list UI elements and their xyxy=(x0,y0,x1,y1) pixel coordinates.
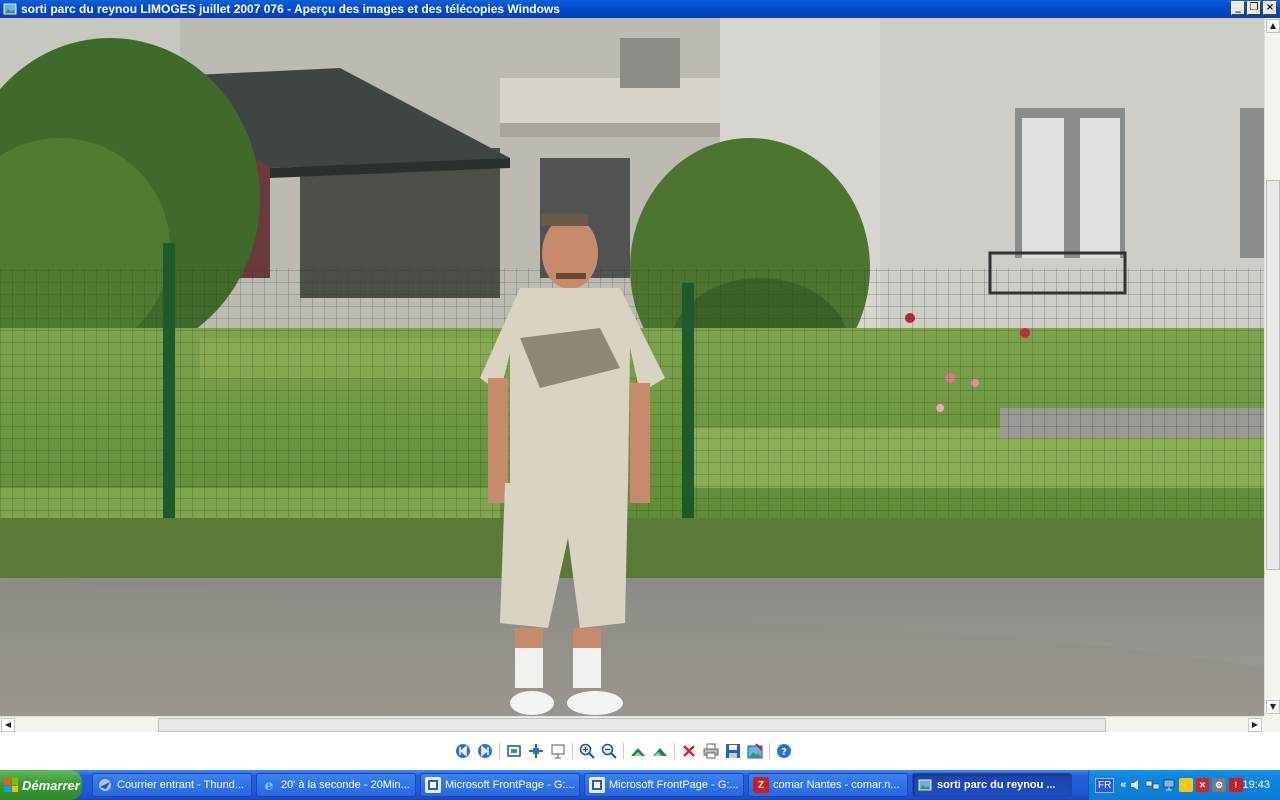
print-button[interactable] xyxy=(700,741,722,761)
help-button[interactable]: ? xyxy=(773,741,795,761)
restore-button[interactable]: ❐ xyxy=(1247,1,1261,15)
vertical-scroll-thumb[interactable] xyxy=(1266,180,1280,570)
rotate-counterclockwise-button[interactable] xyxy=(649,741,671,761)
monitor-icon[interactable] xyxy=(1163,778,1177,792)
horizontal-scrollbar[interactable]: ◀ ▶ xyxy=(0,716,1264,732)
system-tray: FR « ⚡ ✕ ⚙ ! 19:43 xyxy=(1088,770,1280,800)
actual-size-button[interactable] xyxy=(525,741,547,761)
show-hidden-icons-chevron[interactable]: « xyxy=(1120,779,1126,791)
scroll-down-icon[interactable]: ▼ xyxy=(1266,700,1280,714)
task-filezilla[interactable]: Z comar Nantes - comar.n... xyxy=(748,773,908,797)
rotate-counterclockwise-icon xyxy=(653,748,667,756)
task-label: Microsoft FrontPage - G:... xyxy=(609,779,739,791)
close-button[interactable]: × xyxy=(1263,1,1277,15)
alert-icon[interactable]: ! xyxy=(1228,778,1243,792)
svg-text:?: ? xyxy=(781,747,787,758)
network-icon[interactable] xyxy=(1146,778,1160,792)
task-frontpage-1[interactable]: Microsoft FrontPage - G:... xyxy=(420,773,580,797)
next-icon xyxy=(478,744,492,758)
volume-icon[interactable] xyxy=(1129,778,1143,792)
task-image-viewer[interactable]: sorti parc du reynou ... xyxy=(912,773,1072,797)
windows-logo-icon xyxy=(4,778,18,792)
horizontal-scroll-thumb[interactable] xyxy=(158,718,1106,732)
language-indicator[interactable]: FR xyxy=(1095,777,1115,793)
vertical-scrollbar[interactable]: ▲ ▼ xyxy=(1264,18,1280,716)
zoom-in-button[interactable] xyxy=(576,741,598,761)
help-icon: ? xyxy=(777,744,791,758)
zoom-out-button[interactable] xyxy=(598,741,620,761)
lightning-icon[interactable]: ⚡ xyxy=(1179,778,1193,792)
task-label: Microsoft FrontPage - G:... xyxy=(445,779,575,791)
scrollbar-corner xyxy=(1264,716,1280,732)
image-viewer-icon xyxy=(917,777,933,793)
delete-button[interactable] xyxy=(678,741,700,761)
thunderbird-icon xyxy=(97,777,113,793)
next-image-button[interactable] xyxy=(474,741,496,761)
task-thunderbird[interactable]: Courrier entrant - Thund... xyxy=(92,773,252,797)
task-label: Courrier entrant - Thund... xyxy=(117,779,244,791)
zoom-out-icon xyxy=(601,743,617,759)
minimize-button[interactable]: _ xyxy=(1231,1,1245,15)
scroll-left-icon[interactable]: ◀ xyxy=(1,718,15,732)
image-viewer-icon xyxy=(2,1,18,17)
image-viewport[interactable] xyxy=(0,18,1264,716)
task-internet-explorer[interactable]: e 20' à la seconde - 20Min... xyxy=(256,773,416,797)
rotate-clockwise-button[interactable] xyxy=(627,741,649,761)
previous-image-button[interactable] xyxy=(452,741,474,761)
task-label: sorti parc du reynou ... xyxy=(937,779,1056,791)
window-title: sorti parc du reynou LIMOGES juillet 200… xyxy=(21,2,560,16)
antivirus-icon[interactable]: ✕ xyxy=(1195,778,1210,792)
internet-explorer-icon: e xyxy=(261,777,277,793)
rotate-clockwise-icon xyxy=(631,748,645,756)
task-label: comar Nantes - comar.n... xyxy=(773,779,900,791)
start-label: Démarrer xyxy=(22,777,80,793)
open-for-editing-button[interactable] xyxy=(744,741,766,761)
best-fit-icon xyxy=(507,745,521,757)
slideshow-icon xyxy=(551,744,565,759)
task-frontpage-2[interactable]: Microsoft FrontPage - G:... xyxy=(584,773,744,797)
edit-icon xyxy=(747,743,763,759)
title-bar[interactable]: sorti parc du reynou LIMOGES juillet 200… xyxy=(0,0,1280,18)
task-label: 20' à la seconde - 20Min... xyxy=(281,779,410,791)
save-icon xyxy=(726,744,740,758)
best-fit-button[interactable] xyxy=(503,741,525,761)
zoom-in-icon xyxy=(579,743,595,759)
copy-to-button[interactable] xyxy=(722,741,744,761)
frontpage-icon xyxy=(589,777,605,793)
clock[interactable]: 19:43 xyxy=(1243,779,1271,791)
previous-icon xyxy=(456,744,470,758)
delete-icon xyxy=(683,745,695,757)
settings-icon[interactable]: ⚙ xyxy=(1212,778,1226,792)
svg-text:e: e xyxy=(265,778,274,792)
start-button[interactable]: Démarrer xyxy=(0,770,82,800)
frontpage-icon xyxy=(425,777,441,793)
filezilla-icon: Z xyxy=(753,777,769,793)
slideshow-button[interactable] xyxy=(547,741,569,761)
displayed-photo xyxy=(0,18,1264,716)
scroll-right-icon[interactable]: ▶ xyxy=(1248,718,1262,732)
scroll-up-icon[interactable]: ▲ xyxy=(1266,19,1280,33)
print-icon xyxy=(703,743,719,759)
taskbar: Démarrer Courrier entrant - Thund... e 2… xyxy=(0,770,1280,800)
viewer-toolbar: ? xyxy=(0,732,1280,770)
actual-size-icon xyxy=(529,744,543,758)
